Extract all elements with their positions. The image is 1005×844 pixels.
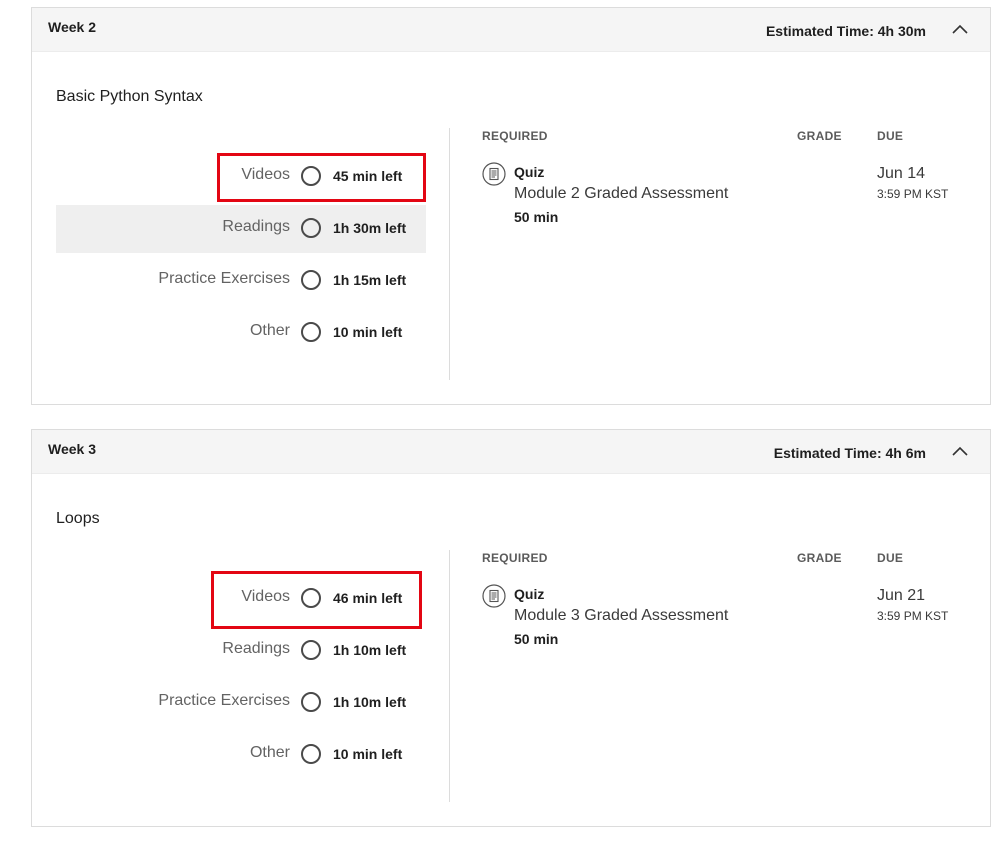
due-date: Jun 14	[877, 165, 926, 182]
week-header[interactable]: Week 3 Estimated Time: 4h 6m	[32, 430, 990, 474]
week-card-2: Week 2 Estimated Time: 4h 30m Basic Pyth…	[31, 7, 991, 405]
column-required: REQUIRED	[482, 551, 548, 565]
empty-circle-icon[interactable]	[301, 588, 321, 608]
item-name-link[interactable]: Module 3 Graded Assessment	[514, 607, 728, 625]
empty-circle-icon[interactable]	[301, 640, 321, 660]
divider	[449, 128, 450, 380]
progress-row-readings[interactable]: Readings 1h 10m left	[56, 627, 426, 675]
item-duration: 50 min	[514, 209, 559, 225]
progress-label: Videos	[241, 588, 290, 605]
empty-circle-icon[interactable]	[301, 218, 321, 238]
time-left: 10 min left	[333, 324, 403, 340]
week-title: Week 3	[48, 441, 96, 457]
item-type: Quiz	[514, 164, 545, 180]
estimated-time: Estimated Time: 4h 6m	[773, 445, 926, 461]
column-grade: GRADE	[797, 551, 842, 565]
progress-label: Other	[249, 744, 290, 761]
quiz-document-icon	[482, 584, 506, 608]
column-due: DUE	[877, 551, 904, 565]
progress-row-practice-exercises[interactable]: Practice Exercises 1h 10m left	[56, 679, 426, 727]
item-name-link[interactable]: Module 2 Graded Assessment	[514, 185, 728, 203]
quiz-document-icon	[482, 162, 506, 186]
empty-circle-icon[interactable]	[301, 744, 321, 764]
chevron-up-icon[interactable]	[948, 440, 972, 464]
due-time: 3:59 PM KST	[877, 187, 949, 201]
week-header[interactable]: Week 2 Estimated Time: 4h 30m	[32, 8, 990, 52]
column-grade: GRADE	[797, 129, 842, 143]
progress-row-videos[interactable]: Videos 46 min left	[56, 575, 426, 623]
progress-label: Other	[249, 322, 290, 339]
item-duration: 50 min	[514, 631, 559, 647]
time-left: 1h 30m left	[333, 220, 407, 236]
time-left: 1h 10m left	[333, 694, 407, 710]
column-due: DUE	[877, 129, 904, 143]
week-title: Week 2	[48, 19, 96, 35]
module-title: Basic Python Syntax	[56, 88, 203, 105]
time-left: 10 min left	[333, 746, 403, 762]
item-type: Quiz	[514, 586, 545, 602]
week-card-3: Week 3 Estimated Time: 4h 6m Loops Video…	[31, 429, 991, 827]
column-required: REQUIRED	[482, 129, 548, 143]
time-left: 45 min left	[333, 168, 403, 184]
progress-label: Practice Exercises	[158, 692, 290, 709]
time-left: 46 min left	[333, 590, 403, 606]
empty-circle-icon[interactable]	[301, 270, 321, 290]
progress-row-readings[interactable]: Readings 1h 30m left	[56, 205, 426, 253]
due-date: Jun 21	[877, 587, 926, 604]
progress-label: Videos	[241, 166, 290, 183]
progress-row-practice-exercises[interactable]: Practice Exercises 1h 15m left	[56, 257, 426, 305]
progress-label: Practice Exercises	[158, 270, 290, 287]
empty-circle-icon[interactable]	[301, 166, 321, 186]
divider	[449, 550, 450, 802]
progress-label: Readings	[222, 640, 290, 657]
progress-row-videos[interactable]: Videos 45 min left	[56, 153, 426, 201]
empty-circle-icon[interactable]	[301, 322, 321, 342]
empty-circle-icon[interactable]	[301, 692, 321, 712]
estimated-time: Estimated Time: 4h 30m	[765, 23, 926, 39]
chevron-up-icon[interactable]	[948, 18, 972, 42]
module-title: Loops	[56, 510, 100, 527]
progress-row-other[interactable]: Other 10 min left	[56, 731, 426, 779]
due-time: 3:59 PM KST	[877, 609, 949, 623]
progress-row-other[interactable]: Other 10 min left	[56, 309, 426, 357]
progress-label: Readings	[222, 218, 290, 235]
time-left: 1h 15m left	[333, 272, 407, 288]
time-left: 1h 10m left	[333, 642, 407, 658]
